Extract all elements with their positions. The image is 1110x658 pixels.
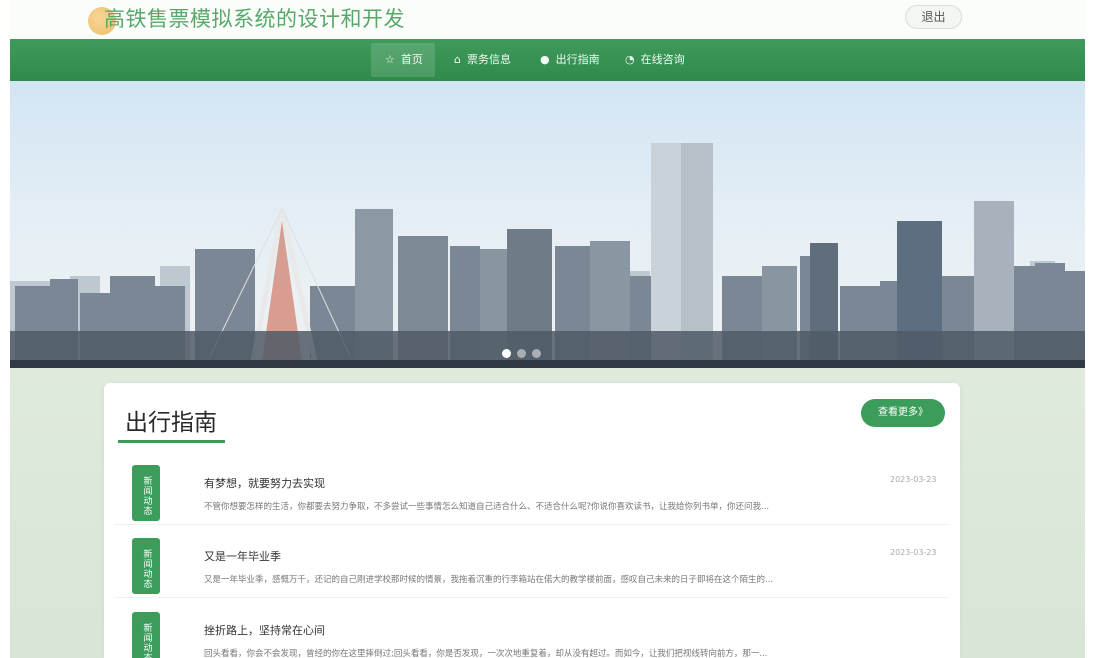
nav-item-label: 出行指南 [555, 53, 600, 66]
nav-item-consult[interactable]: ◔ 在线咨询 [611, 43, 699, 77]
item-date: 2023-03-23 [890, 548, 937, 557]
title-underline [118, 440, 225, 443]
carousel-dot[interactable] [532, 349, 541, 358]
main-nav: ☆ 首页 ⌂ 票务信息 ● 出行指南 ◔ 在线咨询 [10, 39, 1085, 81]
news-badge: 新闻动态 [132, 612, 160, 658]
carousel-dot[interactable] [502, 349, 511, 358]
nav-item-label: 票务信息 [466, 53, 511, 66]
news-badge: 新闻动态 [132, 465, 160, 521]
city-skyline-image [10, 143, 1085, 368]
nav-item-tickets[interactable]: ⌂ 票务信息 [440, 43, 525, 77]
circle-icon: ● [540, 53, 550, 66]
star-icon: ☆ [385, 53, 395, 66]
item-description: 不管你想要怎样的生活，你都要去努力争取，不多尝试一些事情怎么知道自己适合什么、不… [204, 502, 770, 512]
section-title: 出行指南 [125, 410, 217, 436]
site-title: 高铁售票模拟系统的设计和开发 [104, 7, 405, 31]
page: 高铁售票模拟系统的设计和开发 退出 ☆ 首页 ⌂ 票务信息 ● 出行指南 ◔ 在线咨询 [0, 0, 1110, 658]
list-item[interactable]: 新闻动态 挫折路上，坚持常在心间 回头看看，你会不会发现，曾经的你在这里摔倒过;… [114, 606, 949, 658]
view-more-button[interactable]: 查看更多》 [861, 399, 945, 427]
list-item[interactable]: 新闻动态 又是一年毕业季 又是一年毕业季，感慨万千，还记的自己刚进学校那时候的情… [114, 532, 949, 598]
item-title[interactable]: 挫折路上，坚持常在心间 [204, 622, 325, 638]
nav-item-label: 在线咨询 [640, 53, 685, 66]
news-badge: 新闻动态 [132, 538, 160, 594]
banner-carousel[interactable] [10, 81, 1085, 368]
nav-item-label: 首页 [400, 53, 423, 66]
bag-icon: ⌂ [454, 53, 461, 66]
carousel-dot[interactable] [517, 349, 526, 358]
logout-button[interactable]: 退出 [905, 5, 962, 29]
item-description: 回头看看，你会不会发现，曾经的你在这里摔倒过;回头看看，你是否发现，一次次地重复… [204, 649, 768, 658]
nav-item-home[interactable]: ☆ 首页 [371, 43, 435, 77]
nav-item-guide[interactable]: ● 出行指南 [526, 43, 614, 77]
item-description: 又是一年毕业季，感慨万千，还记的自己刚进学校那时候的情景，我拖着沉重的行李箱站在… [204, 575, 774, 585]
travel-guide-card: 出行指南 查看更多》 新闻动态 有梦想，就要努力去实现 不管你想要怎样的生活，你… [104, 383, 960, 658]
item-date: 2023-03-23 [890, 475, 937, 484]
chat-icon: ◔ [625, 53, 635, 66]
item-title[interactable]: 有梦想，就要努力去实现 [204, 475, 325, 491]
item-title[interactable]: 又是一年毕业季 [204, 548, 281, 564]
list-item[interactable]: 新闻动态 有梦想，就要努力去实现 不管你想要怎样的生活，你都要去努力争取，不多尝… [114, 459, 949, 525]
